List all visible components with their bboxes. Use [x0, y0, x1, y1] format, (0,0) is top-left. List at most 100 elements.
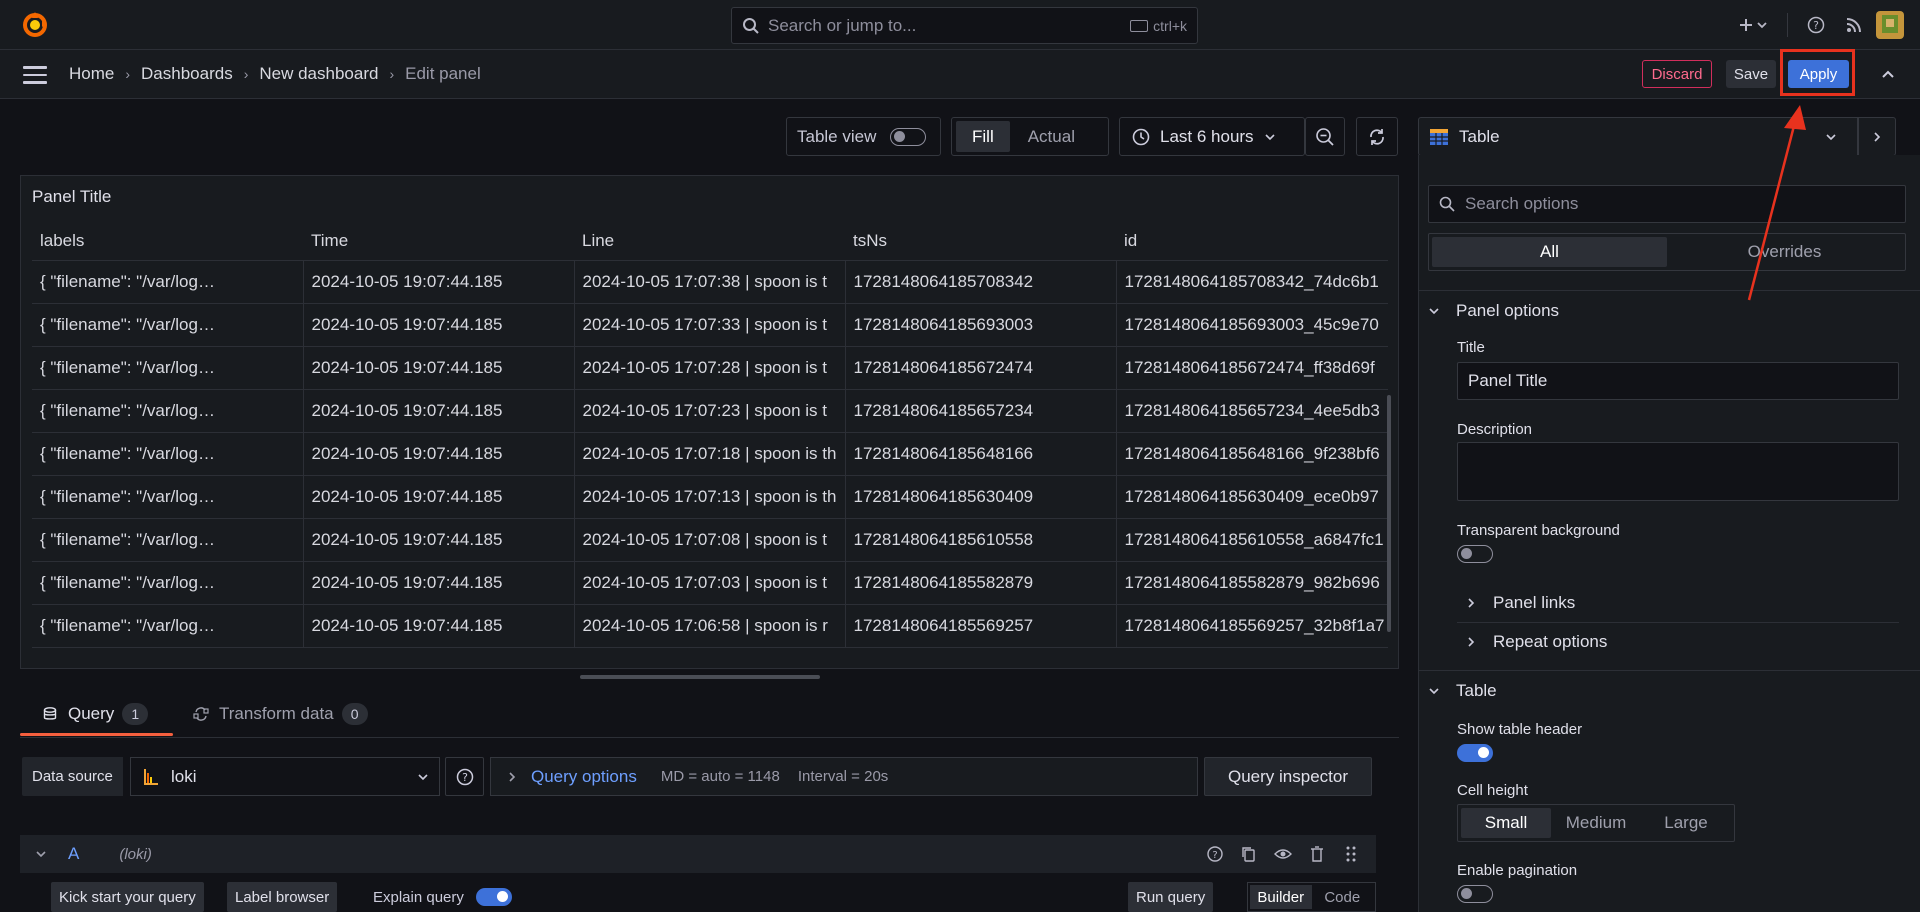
show-header-switch[interactable]	[1457, 744, 1493, 762]
cell-height-label: Cell height	[1457, 782, 1528, 799]
table-row[interactable]: { "filename": "/var/log… 2024-10-05 19:07…	[32, 432, 1388, 476]
table-cell-labels: { "filename": "/var/log…	[32, 432, 304, 476]
table-view-switch[interactable]	[890, 127, 927, 146]
panel-options-section[interactable]: Panel options	[1428, 300, 1559, 322]
svg-text:?: ?	[1212, 850, 1217, 861]
table-view-toggle[interactable]: Table view	[786, 117, 941, 156]
table-row[interactable]: { "filename": "/var/log… 2024-10-05 19:07…	[32, 346, 1388, 390]
transparent-background-switch[interactable]	[1457, 545, 1493, 563]
cell-height-large[interactable]: Large	[1641, 808, 1731, 838]
divider	[1787, 13, 1788, 37]
user-avatar[interactable]	[1876, 11, 1904, 39]
tab-query[interactable]: Query 1	[42, 696, 149, 732]
add-new-button[interactable]	[1731, 10, 1775, 40]
table-cell-id: 1728148064185708342_74dc6b1	[1116, 260, 1388, 304]
kick-start-button[interactable]: Kick start your query	[51, 882, 204, 912]
table-row[interactable]: { "filename": "/var/log… 2024-10-05 19:07…	[32, 604, 1388, 648]
column-header-tsns[interactable]: tsNs	[845, 222, 1116, 261]
cell-height-medium[interactable]: Medium	[1551, 808, 1641, 838]
breadcrumb-home[interactable]: Home	[69, 64, 114, 84]
table-cell-tsns: 1728148064185693003	[845, 303, 1117, 347]
cell-height-small[interactable]: Small	[1461, 808, 1551, 838]
repeat-options-section[interactable]: Repeat options	[1465, 631, 1607, 653]
discard-button[interactable]: Discard	[1642, 60, 1712, 88]
table-cell-tsns: 1728148064185569257	[845, 604, 1117, 648]
search-bar[interactable]: Search or jump to... ctrl+k	[731, 7, 1198, 44]
divider	[1457, 622, 1899, 623]
expand-options-button[interactable]	[1858, 117, 1896, 156]
query-ref-id[interactable]: A	[68, 844, 79, 864]
table-cell-time: 2024-10-05 19:07:44.185	[303, 389, 575, 433]
search-icon	[743, 17, 759, 34]
zoom-out-button[interactable]	[1305, 117, 1345, 156]
tab-all[interactable]: All	[1432, 237, 1667, 267]
table-row[interactable]: { "filename": "/var/log… 2024-10-05 19:07…	[32, 260, 1388, 304]
search-options-placeholder: Search options	[1465, 194, 1579, 213]
description-textarea[interactable]	[1457, 442, 1899, 501]
builder-option[interactable]: Builder	[1250, 885, 1312, 909]
table-row[interactable]: { "filename": "/var/log… 2024-10-05 19:07…	[32, 475, 1388, 519]
eye-icon[interactable]	[1274, 845, 1292, 863]
breadcrumb-new-dashboard[interactable]: New dashboard	[259, 64, 378, 84]
fill-option[interactable]: Fill	[956, 121, 1010, 152]
chevron-up-icon[interactable]	[1878, 64, 1898, 84]
table-row[interactable]: { "filename": "/var/log… 2024-10-05 19:07…	[32, 303, 1388, 347]
visualization-picker[interactable]: Table	[1418, 117, 1858, 156]
menu-icon[interactable]	[23, 66, 47, 84]
help-icon[interactable]: ?	[1206, 845, 1224, 863]
table-row[interactable]: { "filename": "/var/log… 2024-10-05 19:07…	[32, 518, 1388, 562]
query-options-label: Query options	[531, 766, 637, 786]
resize-handle[interactable]	[580, 675, 820, 679]
panel-links-section[interactable]: Panel links	[1465, 592, 1575, 614]
column-header-line[interactable]: Line	[574, 222, 845, 261]
news-button[interactable]	[1832, 10, 1876, 40]
table-cell-line: 2024-10-05 17:06:58 | spoon is r	[574, 604, 846, 648]
data-source-select[interactable]: loki	[130, 757, 440, 796]
query-inspector-button[interactable]: Query inspector	[1204, 757, 1372, 796]
table-row[interactable]: { "filename": "/var/log… 2024-10-05 19:07…	[32, 389, 1388, 433]
chevron-right-icon: ›	[389, 66, 395, 82]
chevron-right-icon	[1468, 637, 1475, 647]
search-icon	[1439, 196, 1455, 212]
chevron-down-icon[interactable]	[34, 847, 48, 861]
grafana-logo-icon[interactable]	[20, 10, 50, 40]
query-options-bar[interactable]: Query options MD = auto = 1148 Interval …	[490, 757, 1198, 796]
top-bar: Search or jump to... ctrl+k ?	[0, 0, 1920, 50]
vertical-scrollbar[interactable]	[1387, 395, 1391, 632]
grafana-window: Search or jump to... ctrl+k ? Home › Das…	[0, 0, 1920, 912]
table-options-section[interactable]: Table	[1428, 680, 1497, 702]
column-header-id[interactable]: id	[1116, 222, 1388, 261]
explain-query-toggle[interactable]: Explain query	[373, 882, 512, 912]
refresh-button[interactable]	[1356, 117, 1398, 156]
trash-icon[interactable]	[1308, 845, 1326, 863]
tab-transform-data[interactable]: Transform data 0	[193, 696, 368, 732]
help-button[interactable]: ?	[1800, 10, 1832, 40]
title-input[interactable]: Panel Title	[1457, 362, 1899, 400]
divider	[1418, 290, 1920, 291]
table-cell-labels: { "filename": "/var/log…	[32, 389, 304, 433]
table-cell-labels: { "filename": "/var/log…	[32, 303, 304, 347]
time-range-picker[interactable]: Last 6 hours	[1119, 117, 1305, 156]
time-range-label: Last 6 hours	[1160, 126, 1254, 146]
code-option[interactable]: Code	[1312, 885, 1374, 909]
label-browser-button[interactable]: Label browser	[227, 882, 338, 912]
copy-icon[interactable]	[1240, 845, 1258, 863]
tab-overrides[interactable]: Overrides	[1667, 237, 1902, 267]
actual-option[interactable]: Actual	[1012, 121, 1091, 152]
table-cell-labels: { "filename": "/var/log…	[32, 260, 304, 304]
column-header-time[interactable]: Time	[303, 222, 574, 261]
column-header-labels[interactable]: labels	[32, 222, 303, 261]
save-button[interactable]: Save	[1726, 60, 1776, 88]
table-row[interactable]: { "filename": "/var/log… 2024-10-05 19:07…	[32, 561, 1388, 605]
drag-handle-icon[interactable]	[1342, 845, 1360, 863]
run-query-button[interactable]: Run query	[1128, 882, 1214, 912]
table-cell-line: 2024-10-05 17:07:28 | spoon is t	[574, 346, 846, 390]
tab-query-label: Query	[68, 704, 115, 723]
breadcrumb-dashboards[interactable]: Dashboards	[141, 64, 233, 84]
explain-query-switch[interactable]	[475, 888, 512, 906]
pagination-switch[interactable]	[1457, 885, 1493, 903]
data-source-help-button[interactable]: ?	[445, 757, 484, 796]
data-source-value: loki	[171, 766, 197, 786]
table-cell-id: 1728148064185657234_4ee5db3	[1116, 389, 1388, 433]
search-options-input[interactable]: Search options	[1428, 185, 1906, 223]
